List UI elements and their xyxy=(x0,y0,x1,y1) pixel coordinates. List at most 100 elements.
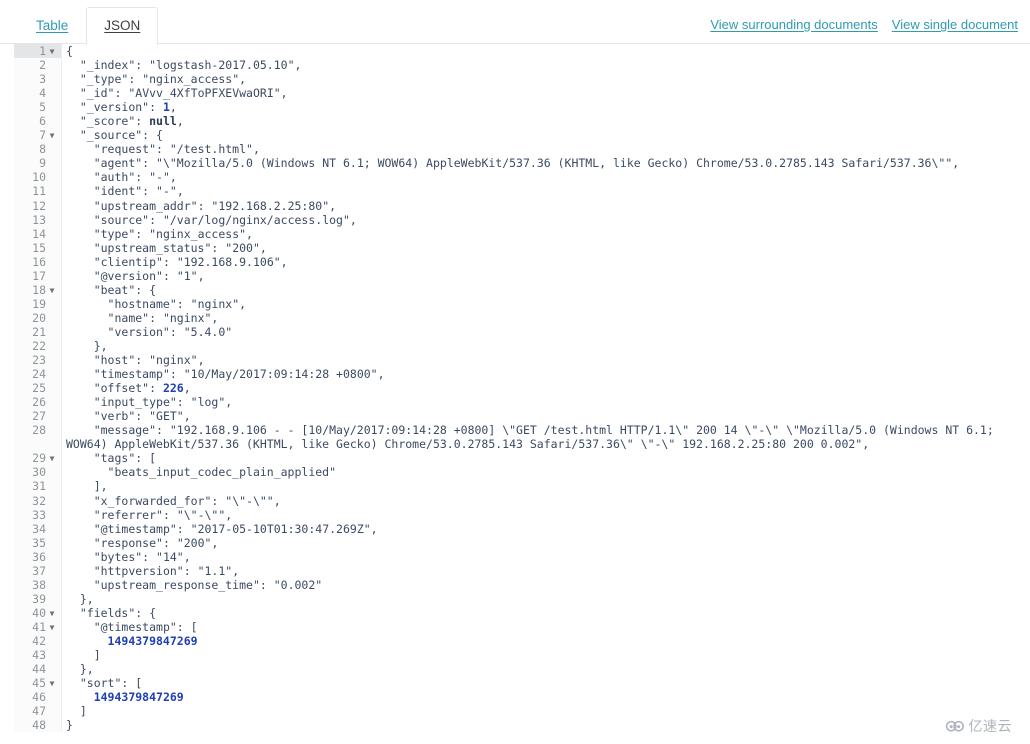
line-number[interactable]: 27▼ xyxy=(14,409,61,423)
code-line: "clientip": "192.168.9.106", xyxy=(93,254,288,269)
line-number[interactable]: 30▼ xyxy=(14,465,61,479)
code-content[interactable]: { "_index": "logstash-2017.05.10", "_typ… xyxy=(62,44,1030,732)
line-number-value: 30 xyxy=(32,465,46,480)
line-number[interactable]: 19▼ xyxy=(14,297,61,311)
code-line: "auth": "-", xyxy=(93,170,177,185)
line-number[interactable]: 45 ▼ xyxy=(14,676,61,690)
fold-toggle-icon[interactable]: ▼ xyxy=(46,132,58,140)
line-number[interactable]: 38▼ xyxy=(14,578,61,592)
code-line: "_version": 1, xyxy=(79,100,177,115)
line-number[interactable]: 12▼ xyxy=(14,199,61,213)
line-number-value: 11 xyxy=(32,184,46,199)
line-number[interactable]: 5▼ xyxy=(14,100,61,114)
line-number-value: 3 xyxy=(39,72,46,87)
tab-json[interactable]: JSON xyxy=(86,6,159,45)
line-number-continuation: ▼ xyxy=(14,437,61,451)
line-number[interactable]: 8▼ xyxy=(14,142,61,156)
line-number-value: 40 xyxy=(32,605,46,620)
line-number[interactable]: 20▼ xyxy=(14,311,61,325)
code-line: "request": "/test.html", xyxy=(93,142,260,157)
line-number[interactable]: 36▼ xyxy=(14,550,61,564)
fold-toggle-icon[interactable]: ▼ xyxy=(46,48,58,56)
line-number[interactable]: 14▼ xyxy=(14,227,61,241)
line-number[interactable]: 4▼ xyxy=(14,86,61,100)
line-number[interactable]: 6▼ xyxy=(14,114,61,128)
line-number[interactable]: 21▼ xyxy=(14,325,61,339)
line-number[interactable]: 24▼ xyxy=(14,367,61,381)
line-number-value: 32 xyxy=(32,493,46,508)
line-number[interactable]: 41 ▼ xyxy=(14,620,61,634)
line-number-gutter[interactable]: 1▼2▼3▼4▼5▼6▼7▼8▼9▼10▼11▼12▼13▼14▼15▼16▼1… xyxy=(14,44,62,733)
fold-toggle-icon[interactable]: ▼ xyxy=(46,455,58,463)
view-single-document-link[interactable]: View single document xyxy=(892,17,1018,32)
line-number[interactable]: 3▼ xyxy=(14,72,61,86)
line-number[interactable]: 39▼ xyxy=(14,592,61,606)
line-number-value: 15 xyxy=(32,240,46,255)
line-number-value: 38 xyxy=(32,577,46,592)
line-number[interactable]: 13▼ xyxy=(14,213,61,227)
line-number[interactable]: 15▼ xyxy=(14,241,61,255)
line-number[interactable]: 48▼ xyxy=(14,718,61,732)
line-number[interactable]: 23▼ xyxy=(14,353,61,367)
code-line: } xyxy=(66,718,73,733)
line-number[interactable]: 32▼ xyxy=(14,494,61,508)
code-line: "sort": [ xyxy=(79,676,143,691)
code-line: "type": "nginx_access", xyxy=(93,226,253,241)
line-number-value: 29 xyxy=(32,451,46,466)
line-number[interactable]: 47▼ xyxy=(14,704,61,718)
code-line: 1494379847269 xyxy=(93,690,184,705)
line-number[interactable]: 44▼ xyxy=(14,662,61,676)
code-editor[interactable]: 1▼2▼3▼4▼5▼6▼7▼8▼9▼10▼11▼12▼13▼14▼15▼16▼1… xyxy=(0,44,1030,733)
line-number-value: 2 xyxy=(39,58,46,73)
line-number[interactable]: 46▼ xyxy=(14,690,61,704)
line-number-value: 14 xyxy=(32,226,46,241)
line-number[interactable]: 7 ▼ xyxy=(14,128,61,142)
line-number[interactable]: 29 ▼ xyxy=(14,451,61,465)
code-line: "@timestamp": [ xyxy=(93,619,198,634)
line-number[interactable]: 25▼ xyxy=(14,381,61,395)
fold-toggle-icon[interactable]: ▼ xyxy=(46,286,58,295)
tab-json-label: JSON xyxy=(104,17,141,33)
line-number[interactable]: 18 ▼ xyxy=(14,283,61,297)
line-number-value: 22 xyxy=(32,338,46,353)
line-number[interactable]: 26▼ xyxy=(14,395,61,409)
line-number[interactable]: 34▼ xyxy=(14,522,61,536)
fold-toggle-icon[interactable]: ▼ xyxy=(46,609,58,618)
line-number-value: 41 xyxy=(32,619,46,634)
tab-table[interactable]: Table xyxy=(18,7,86,45)
code-line: "timestamp": "10/May/2017:09:14:28 +0800… xyxy=(93,367,385,382)
line-number-value: 6 xyxy=(39,114,46,129)
json-document-viewer[interactable]: 1▼2▼3▼4▼5▼6▼7▼8▼9▼10▼11▼12▼13▼14▼15▼16▼1… xyxy=(0,44,1030,744)
line-number[interactable]: 17▼ xyxy=(14,269,61,283)
line-number[interactable]: 42▼ xyxy=(14,634,61,648)
line-number[interactable]: 33▼ xyxy=(14,508,61,522)
code-line: "hostname": "nginx", xyxy=(107,296,247,311)
code-line: "message": "192.168.9.106 - - [10/May/20… xyxy=(66,423,1001,452)
watermark-text: 亿速云 xyxy=(968,718,1012,734)
code-line: "_score": null, xyxy=(79,114,184,129)
line-number[interactable]: 37▼ xyxy=(14,564,61,578)
view-surrounding-documents-link[interactable]: View surrounding documents xyxy=(710,17,877,32)
line-number[interactable]: 9▼ xyxy=(14,156,61,170)
line-number[interactable]: 1 ▼ xyxy=(14,44,61,59)
line-number[interactable]: 2▼ xyxy=(14,58,61,72)
line-number-value: 7 xyxy=(39,128,46,143)
line-number[interactable]: 43▼ xyxy=(14,648,61,662)
fold-toggle-icon[interactable]: ▼ xyxy=(46,623,58,632)
code-line: }, xyxy=(93,338,108,353)
line-number[interactable]: 40 ▼ xyxy=(14,606,61,620)
line-number[interactable]: 22▼ xyxy=(14,339,61,353)
watermark: 亿速云 xyxy=(945,716,1013,736)
code-line: "@version": "1", xyxy=(93,268,205,283)
code-line: }, xyxy=(79,662,94,677)
line-number[interactable]: 35▼ xyxy=(14,536,61,550)
line-number-value: 45 xyxy=(32,676,46,691)
line-number[interactable]: 11▼ xyxy=(14,184,61,198)
code-line: "_type": "nginx_access", xyxy=(79,72,247,87)
line-number-value: 18 xyxy=(32,282,46,297)
fold-toggle-icon[interactable]: ▼ xyxy=(46,680,58,688)
line-number[interactable]: 31▼ xyxy=(14,479,61,493)
line-number[interactable]: 28▼ xyxy=(14,423,61,437)
line-number[interactable]: 10▼ xyxy=(14,170,61,184)
line-number[interactable]: 16▼ xyxy=(14,255,61,269)
